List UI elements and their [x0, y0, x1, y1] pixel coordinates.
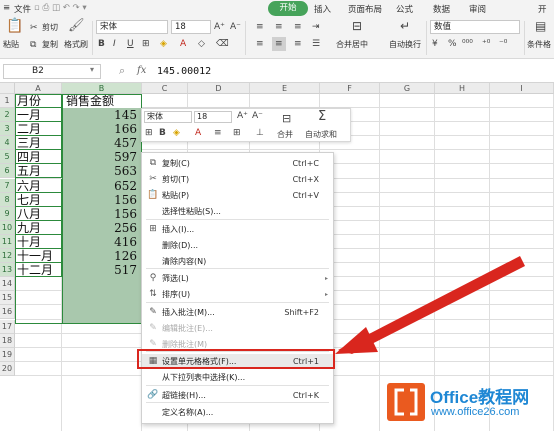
logo-brand: Office教程网: [430, 388, 530, 407]
arrow-head: [335, 327, 378, 354]
watermark-logo: Office教程网 www.office26.com: [387, 381, 554, 431]
office-logo-icon: [387, 383, 425, 421]
logo-url: www.office26.com: [431, 406, 520, 418]
annotation-arrow: [335, 256, 525, 354]
